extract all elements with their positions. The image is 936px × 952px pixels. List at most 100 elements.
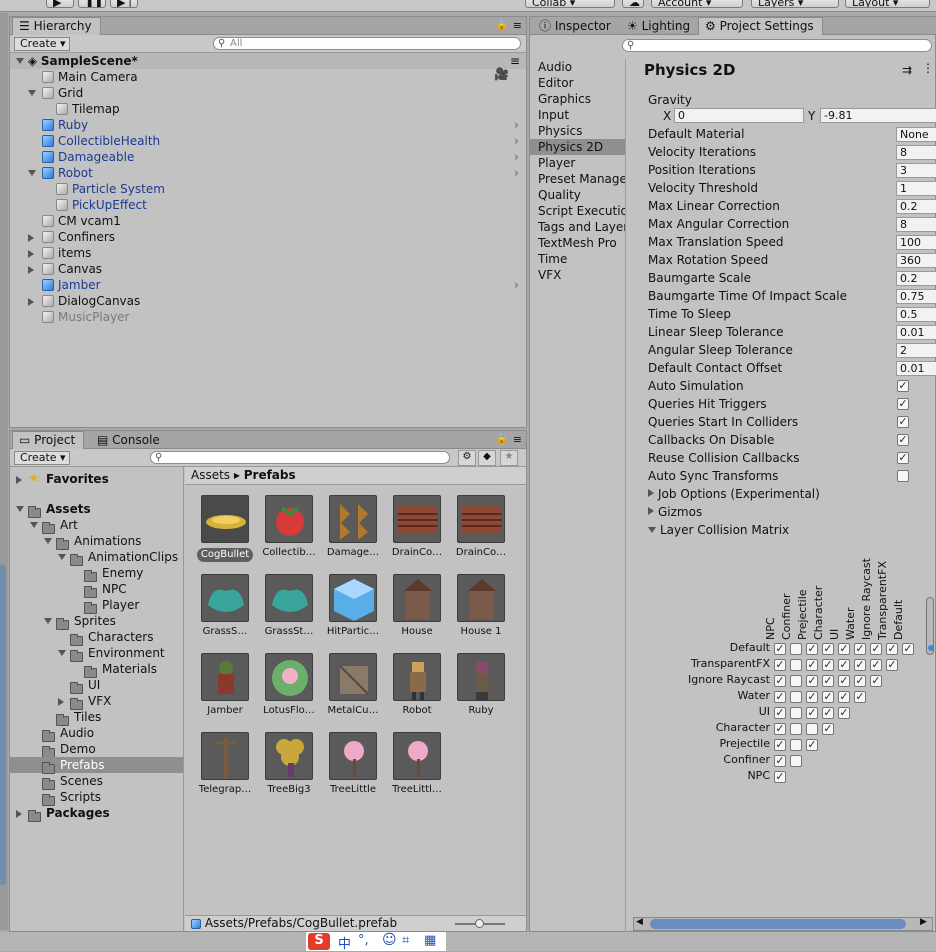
toggle-checkbox[interactable]: ✓ — [897, 434, 909, 446]
matrix-checkbox[interactable]: ✓ — [822, 707, 834, 719]
asset-item[interactable]: GrassS… — [193, 574, 257, 639]
foldout-arrow-icon[interactable] — [648, 527, 656, 533]
cloud-button[interactable]: ☁ — [622, 0, 644, 8]
asset-item[interactable]: MetalCu… — [321, 653, 385, 718]
layout-dropdown[interactable]: Layout ▾ — [845, 0, 930, 8]
matrix-checkbox[interactable]: ✓ — [822, 643, 834, 655]
matrix-checkbox[interactable]: ✓ — [822, 723, 834, 735]
expand-arrow-icon[interactable] — [28, 298, 34, 306]
hierarchy-item[interactable]: DialogCanvas — [10, 293, 526, 309]
expand-arrow-icon[interactable] — [16, 506, 24, 512]
setting-field[interactable]: 8 — [896, 145, 936, 160]
expand-arrow-icon[interactable] — [44, 538, 52, 544]
matrix-checkbox[interactable]: ✓ — [902, 643, 914, 655]
asset-thumbnail[interactable] — [457, 495, 505, 543]
asset-item[interactable]: Ruby — [449, 653, 513, 718]
toggle-checkbox[interactable]: ✓ — [897, 416, 909, 428]
create-button[interactable]: Create ▾ — [14, 37, 70, 51]
project-tree-item[interactable]: Art — [10, 517, 183, 534]
toggle-checkbox[interactable]: ✓ — [897, 398, 909, 410]
tab-console[interactable]: ▤ Console — [90, 431, 169, 449]
favorite-button[interactable]: ★ — [500, 450, 518, 466]
scroll-right-icon[interactable]: ▶ — [920, 917, 927, 927]
setting-field[interactable]: 1 — [896, 181, 936, 196]
asset-item[interactable]: DrainCo… — [385, 495, 449, 560]
emoji-icon[interactable]: ☺ — [382, 932, 397, 948]
scene-menu-icon[interactable]: ≡ — [510, 53, 520, 69]
foldout[interactable]: Job Options (Experimental) — [644, 485, 933, 503]
crop-icon[interactable]: ⌗ — [402, 933, 409, 948]
hierarchy-item[interactable]: items — [10, 245, 526, 261]
hierarchy-item[interactable]: Tilemap — [10, 101, 526, 117]
asset-item[interactable]: GrassSt… — [257, 574, 321, 639]
matrix-checkbox[interactable]: ✓ — [774, 739, 786, 751]
matrix-checkbox[interactable]: ✓ — [854, 659, 866, 671]
asset-item[interactable]: Collectib… — [257, 495, 321, 560]
project-tree-item[interactable]: Scripts — [10, 789, 183, 806]
toggle-checkbox[interactable]: ✓ — [897, 452, 909, 464]
settings-search-input[interactable]: ⚲ — [622, 39, 932, 52]
expand-arrow-icon[interactable] — [44, 618, 52, 624]
setting-field[interactable]: 360 — [896, 253, 936, 268]
breadcrumb-root[interactable]: Assets — [191, 468, 230, 482]
expand-arrow-icon[interactable] — [28, 234, 34, 242]
play-button[interactable]: ▶ — [46, 0, 74, 8]
matrix-checkbox[interactable]: ✓ — [870, 659, 882, 671]
matrix-checkbox[interactable]: ✓ — [806, 707, 818, 719]
setting-field[interactable]: 0.01 — [896, 325, 936, 340]
project-tree-item[interactable]: Characters — [10, 629, 183, 646]
project-tree-item[interactable]: Sprites — [10, 613, 183, 630]
project-tree-item[interactable]: UI — [10, 677, 183, 694]
preset-icon[interactable]: ⇉ — [902, 63, 912, 77]
setting-field[interactable]: None — [896, 127, 936, 142]
matrix-checkbox[interactable]: ✓ — [806, 691, 818, 703]
asset-item[interactable]: TreeLittle — [321, 732, 385, 797]
matrix-checkbox[interactable]: ✓ — [806, 675, 818, 687]
tab-project-settings[interactable]: ⚙ Project Settings — [698, 17, 823, 35]
horizontal-scrollbar[interactable]: ◀ ▶ — [633, 917, 933, 931]
project-tree-item[interactable]: Player — [10, 597, 183, 614]
foldout-arrow-icon[interactable] — [648, 507, 654, 515]
asset-item[interactable]: HitPartic… — [321, 574, 385, 639]
project-tree-item[interactable]: Demo — [10, 741, 183, 758]
ime-mode[interactable]: 中 — [338, 933, 351, 952]
hierarchy-search-input[interactable]: ⚲ All — [213, 37, 521, 50]
matrix-checkbox[interactable] — [790, 691, 802, 703]
setting-field[interactable]: 0.5 — [896, 307, 936, 322]
hierarchy-item[interactable]: Damageable › — [10, 149, 526, 165]
matrix-checkbox[interactable]: ✓ — [838, 707, 850, 719]
sogou-icon[interactable]: S — [308, 933, 330, 950]
collab-dropdown[interactable]: Collab ▾ — [525, 0, 615, 8]
setting-field[interactable]: 2 — [896, 343, 936, 358]
nav-item[interactable]: VFX — [530, 267, 625, 283]
asset-item[interactable]: House — [385, 574, 449, 639]
asset-item[interactable]: Damage… — [321, 495, 385, 560]
nav-item[interactable]: Input — [530, 107, 625, 123]
matrix-checkbox[interactable]: ✓ — [774, 643, 786, 655]
horizontal-scroll-thumb[interactable] — [650, 919, 906, 929]
toggle-checkbox[interactable] — [897, 470, 909, 482]
setting-field[interactable]: 0.01 — [896, 361, 936, 376]
matrix-checkbox[interactable]: ✓ — [774, 691, 786, 703]
expand-arrow-icon[interactable] — [16, 58, 24, 64]
matrix-checkbox[interactable] — [806, 723, 818, 735]
matrix-checkbox[interactable]: ✓ — [838, 643, 850, 655]
lock-icon[interactable]: 🔒 — [496, 434, 508, 445]
asset-item[interactable]: DrainCo… — [449, 495, 513, 560]
nav-item[interactable]: Physics — [530, 123, 625, 139]
asset-item[interactable]: CogBullet — [193, 495, 257, 565]
project-tree-item[interactable]: Environment — [10, 645, 183, 662]
matrix-vscroll-thumb[interactable] — [928, 645, 934, 651]
asset-item[interactable]: TreeBig3 — [257, 732, 321, 797]
project-tree-item[interactable]: AnimationClips — [10, 549, 183, 566]
asset-item[interactable]: Telegrap… — [193, 732, 257, 797]
chevron-right-icon[interactable]: › — [514, 149, 519, 165]
asset-item[interactable]: TreeLittl… — [385, 732, 449, 797]
matrix-checkbox[interactable] — [790, 739, 802, 751]
matrix-checkbox[interactable]: ✓ — [774, 707, 786, 719]
nav-item[interactable]: Editor — [530, 75, 625, 91]
expand-arrow-icon[interactable] — [58, 650, 66, 656]
project-search-input[interactable]: ⚲ — [150, 451, 450, 464]
asset-thumbnail[interactable] — [393, 495, 441, 543]
asset-thumbnail[interactable] — [329, 574, 377, 622]
